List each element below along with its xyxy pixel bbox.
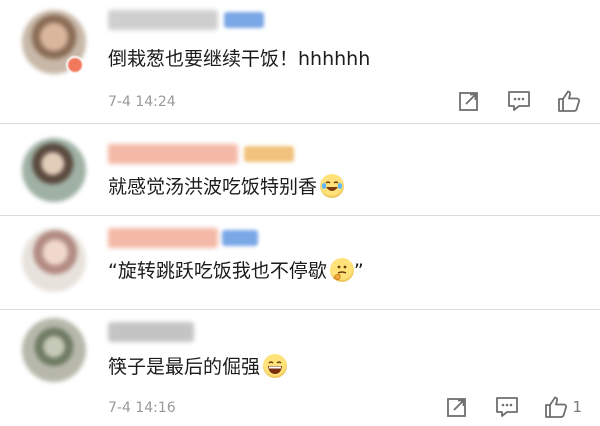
comment-text-body: 筷子是最后的倔强 xyxy=(108,356,261,378)
avatar[interactable] xyxy=(22,138,86,202)
vip-badge xyxy=(224,12,264,28)
comment-item: 倒栽葱也要继续干饭！hhhhhh 7-4 14:24 xyxy=(0,0,600,124)
thumbs-up-icon xyxy=(545,396,568,418)
grinning-emoji xyxy=(263,354,288,378)
share-button[interactable] xyxy=(444,394,470,420)
comment-item: 筷子是最后的倔强 7-4 14:16 1 xyxy=(0,310,600,426)
like-button[interactable] xyxy=(556,88,582,114)
vip-badge xyxy=(222,230,258,246)
comment-actions: 1 xyxy=(420,394,582,420)
laughing-crying-emoji xyxy=(320,174,345,198)
like-count: 1 xyxy=(572,398,582,416)
username[interactable] xyxy=(108,228,218,248)
avatar-badge xyxy=(66,56,84,74)
comment-text: 就感觉汤洪波吃饭特别香 xyxy=(108,174,345,200)
avatar[interactable] xyxy=(22,318,86,382)
comment-icon xyxy=(496,397,519,417)
comment-icon xyxy=(508,91,530,111)
comment-item: 就感觉汤洪波吃饭特别香 xyxy=(0,124,600,216)
comment-text-body: 就感觉汤洪波吃饭特别香 xyxy=(108,176,318,198)
like-button[interactable]: 1 xyxy=(544,394,582,420)
username[interactable] xyxy=(108,144,238,164)
username[interactable] xyxy=(108,10,218,30)
reply-button[interactable] xyxy=(494,394,520,420)
username[interactable] xyxy=(108,322,194,342)
vip-badge xyxy=(244,146,294,162)
share-icon xyxy=(447,398,467,417)
comment-text: 倒栽葱也要继续干饭！hhhhhh xyxy=(108,48,371,70)
thumbs-up-icon xyxy=(558,90,581,112)
thinking-emoji xyxy=(329,258,354,282)
avatar[interactable] xyxy=(22,228,86,292)
comment-timestamp: 7-4 14:24 xyxy=(108,94,176,110)
comment-text: “旋转跳跃吃饭我也不停歇 ” xyxy=(108,258,364,284)
comment-timestamp: 7-4 14:16 xyxy=(108,400,176,416)
comment-actions xyxy=(432,88,582,114)
share-icon xyxy=(459,92,478,111)
comment-item: “旋转跳跃吃饭我也不停歇 ” xyxy=(0,216,600,310)
comment-text-body: “旋转跳跃吃饭我也不停歇 xyxy=(108,260,327,282)
share-button[interactable] xyxy=(456,88,482,114)
comment-text: 筷子是最后的倔强 xyxy=(108,354,288,380)
reply-button[interactable] xyxy=(506,88,532,114)
closing-quote: ” xyxy=(353,260,364,282)
comment-feed: 倒栽葱也要继续干饭！hhhhhh 7-4 14:24 就感觉汤洪波吃饭特别香 “… xyxy=(0,0,600,426)
